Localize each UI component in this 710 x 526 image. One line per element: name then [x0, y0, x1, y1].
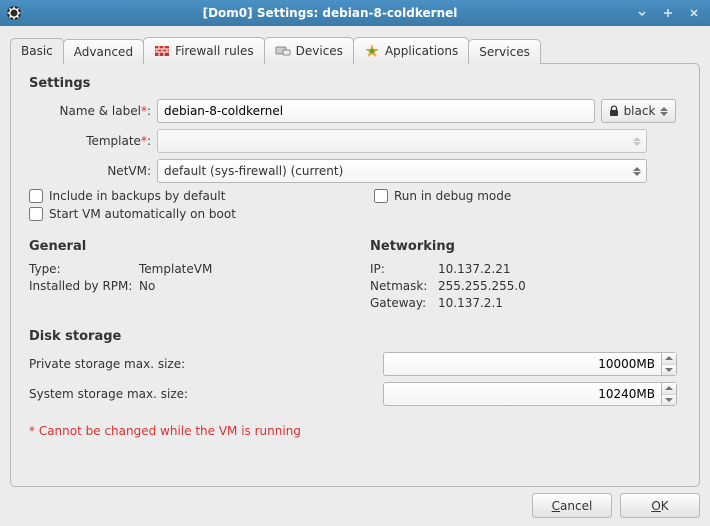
tab-bar: Basic Advanced Firewall rules Devices Ap… — [10, 36, 700, 63]
netvm-label: NetVM: — [29, 164, 157, 178]
tab-content: Settings Name & label*: black Template*:… — [10, 63, 700, 487]
name-label: Name & label*: — [29, 104, 157, 118]
check-label: Run in debug mode — [394, 189, 511, 203]
close-button[interactable] — [684, 5, 704, 21]
gateway-value: 10.137.2.1 — [438, 296, 503, 310]
general-heading: General — [29, 239, 340, 254]
tab-advanced[interactable]: Advanced — [63, 39, 144, 64]
netmask-key: Netmask: — [370, 279, 438, 293]
type-key: Type: — [29, 262, 139, 276]
tab-label: Basic — [21, 44, 53, 58]
autostart-checkbox[interactable]: Start VM automatically on boot — [29, 207, 374, 221]
tab-basic[interactable]: Basic — [10, 38, 64, 64]
gear-icon — [6, 5, 22, 21]
step-up-icon — [662, 353, 676, 365]
type-value: TemplateVM — [139, 262, 212, 276]
color-value: black — [624, 104, 656, 118]
tab-label: Advanced — [74, 45, 133, 59]
window-buttons — [632, 5, 704, 21]
footnote: * Cannot be changed while the VM is runn… — [29, 424, 681, 438]
check-label: Start VM automatically on boot — [49, 207, 236, 221]
tab-label: Services — [479, 45, 530, 59]
rpm-key: Installed by RPM: — [29, 279, 139, 293]
netvm-combo[interactable]: default (sys-firewall) (current) — [157, 159, 647, 183]
tab-services[interactable]: Services — [468, 39, 541, 64]
template-label: Template*: — [29, 134, 157, 148]
disk-heading: Disk storage — [29, 329, 681, 344]
include-backups-checkbox[interactable]: Include in backups by default — [29, 189, 374, 203]
gateway-key: Gateway: — [370, 296, 438, 310]
tab-label: Applications — [385, 44, 458, 58]
tab-label: Firewall rules — [175, 44, 254, 58]
private-storage-input[interactable] — [383, 352, 661, 376]
tab-label: Devices — [296, 44, 343, 58]
step-down-icon — [662, 395, 676, 406]
ip-key: IP: — [370, 262, 438, 276]
updown-icon — [632, 167, 642, 176]
applications-icon — [364, 43, 380, 59]
private-storage-label: Private storage max. size: — [29, 357, 383, 371]
netvm-value: default (sys-firewall) (current) — [164, 164, 343, 178]
firewall-icon — [154, 43, 170, 59]
check-label: Include in backups by default — [49, 189, 225, 203]
name-input[interactable] — [157, 99, 595, 123]
step-up-icon — [662, 383, 676, 395]
titlebar: [Dom0] Settings: debian-8-coldkernel — [0, 0, 710, 26]
maximize-button[interactable] — [658, 5, 678, 21]
button-bar: Cancel OK — [10, 487, 700, 518]
tab-devices[interactable]: Devices — [264, 37, 354, 64]
system-storage-input[interactable] — [383, 382, 661, 406]
minimize-button[interactable] — [632, 5, 652, 21]
system-storage-label: System storage max. size: — [29, 387, 383, 401]
system-storage-stepper[interactable] — [661, 382, 677, 406]
netmask-value: 255.255.255.0 — [438, 279, 526, 293]
networking-heading: Networking — [370, 239, 681, 254]
lock-icon — [608, 105, 620, 117]
window-title: [Dom0] Settings: debian-8-coldkernel — [28, 6, 632, 20]
rpm-value: No — [139, 279, 155, 293]
updown-icon — [659, 107, 669, 116]
template-combo[interactable] — [157, 129, 647, 153]
updown-icon — [632, 137, 642, 146]
debug-mode-checkbox[interactable]: Run in debug mode — [374, 189, 511, 203]
tab-applications[interactable]: Applications — [353, 37, 469, 64]
cancel-button[interactable]: Cancel — [532, 493, 612, 518]
private-storage-stepper[interactable] — [661, 352, 677, 376]
tab-firewall[interactable]: Firewall rules — [143, 37, 265, 64]
label-color-selector[interactable]: black — [601, 99, 676, 123]
step-down-icon — [662, 365, 676, 376]
ip-value: 10.137.2.21 — [438, 262, 511, 276]
devices-icon — [275, 43, 291, 59]
settings-heading: Settings — [29, 76, 681, 91]
ok-button[interactable]: OK — [620, 493, 700, 518]
